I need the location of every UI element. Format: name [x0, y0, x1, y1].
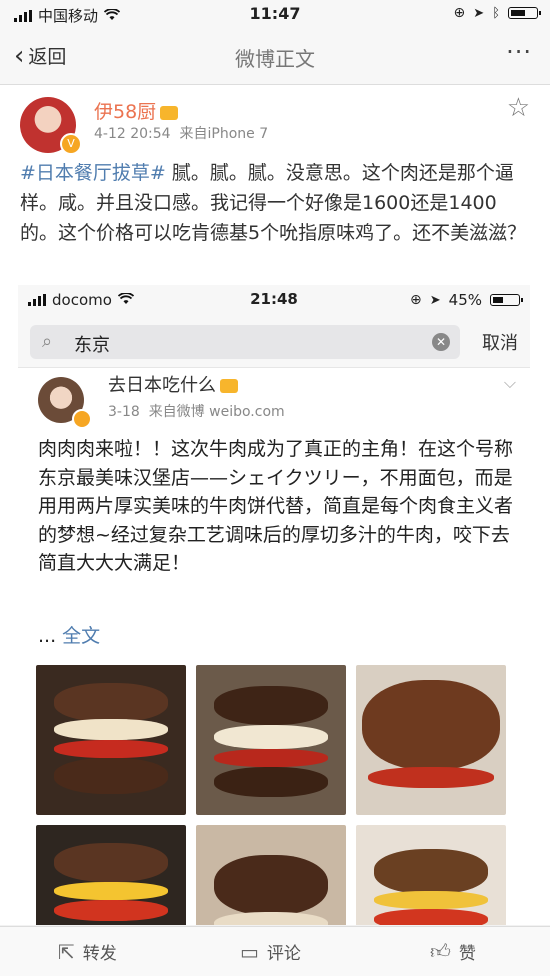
author-name[interactable]: 伊58厨 [94, 97, 179, 124]
verified-badge-icon: V [60, 133, 82, 155]
embedded-post-time: 3-18 [108, 404, 140, 420]
search-query: 东京 [74, 335, 110, 356]
burger-photo[interactable] [356, 665, 506, 815]
repost-button[interactable]: ⇱ 转发 [58, 939, 117, 965]
burger-photo[interactable] [196, 825, 346, 925]
author-name-text: 伊58厨 [94, 101, 157, 123]
post-time: 4-12 20:54 [94, 126, 171, 142]
search-bar: ⌕ 东京 ✕ 取消 [18, 317, 530, 368]
post-text: #日本餐厅拔草# 腻。腻。腻。没意思。这个肉还是那个逼样。咸。并且没口感。我记得… [20, 158, 530, 248]
clear-icon[interactable]: ✕ [432, 333, 450, 351]
search-icon: ⌕ [42, 331, 53, 352]
embedded-post-text: 肉肉肉来啦！！这次牛肉成为了真正的主角！在这个号称东京最美味汉堡店——シェイクツ… [38, 438, 514, 574]
battery-icon [490, 294, 523, 306]
orientation-lock-icon: ⊕ [410, 292, 422, 308]
vip-crown-icon [220, 379, 238, 393]
verified-badge-icon [72, 409, 92, 429]
comment-button[interactable]: ▭ 评论 [240, 939, 301, 965]
share-icon: ⇱ [58, 939, 75, 964]
like-label: 赞 [458, 944, 476, 964]
embedded-screenshot[interactable]: docomo 21:48 ⊕ ➤ 45% ⌕ 东京 ✕ 取消 去日本吃什么 3-… [18, 285, 530, 925]
repost-label: 转发 [82, 944, 117, 964]
embedded-author-name[interactable]: 去日本吃什么 [108, 371, 238, 397]
burger-photo[interactable] [196, 665, 346, 815]
location-icon: ➤ [473, 5, 485, 21]
weibo-post: V 伊58厨 4-12 20:54 来自iPhone 7 ☆ #日本餐厅拔草# … [0, 85, 550, 925]
comment-icon: ▭ [240, 939, 259, 964]
more-button[interactable]: ··· [506, 38, 532, 66]
embedded-status-bar: docomo 21:48 ⊕ ➤ 45% [18, 285, 530, 317]
bottom-toolbar: ⇱ 转发 ▭ 评论 👍︎ 赞 [0, 926, 550, 976]
search-input[interactable]: ⌕ 东京 ✕ [30, 325, 460, 359]
embedded-post-source: 来自微博 weibo.com [148, 404, 285, 420]
battery-percent: 45% [448, 291, 482, 309]
embedded-author-text: 去日本吃什么 [108, 375, 216, 396]
location-icon: ➤ [429, 292, 441, 308]
orientation-lock-icon: ⊕ [453, 5, 466, 21]
page-title: 微博正文 [235, 47, 315, 71]
bluetooth-icon: ᛒ [492, 5, 500, 21]
vip-crown-icon [160, 105, 179, 120]
comment-label: 评论 [266, 944, 301, 964]
ellipsis: ... [38, 625, 63, 647]
thumbs-up-icon: 👍︎ [430, 939, 451, 963]
full-text-line: ... 全文 [38, 621, 100, 648]
battery-icon [508, 7, 541, 19]
status-bar: 中国移动 11:47 ⊕ ➤ ᛒ [0, 0, 550, 28]
post-source: 来自iPhone 7 [179, 126, 269, 142]
burger-photo[interactable] [36, 825, 186, 925]
post-meta: 4-12 20:54 来自iPhone 7 [94, 123, 268, 143]
burger-photo[interactable] [356, 825, 506, 925]
like-button[interactable]: 👍︎ 赞 [430, 939, 476, 964]
embedded-post-meta: 3-18 来自微博 weibo.com [108, 401, 285, 421]
cancel-button[interactable]: 取消 [482, 329, 518, 355]
hashtag-link[interactable]: #日本餐厅拔草# [20, 162, 166, 184]
star-icon[interactable]: ☆ [507, 93, 530, 123]
chevron-down-icon[interactable]: ⌵ [504, 373, 516, 393]
full-text-link[interactable]: 全文 [62, 625, 100, 647]
burger-photo[interactable] [36, 665, 186, 815]
nav-bar: ‹ 返回 微博正文 ··· [0, 28, 550, 85]
